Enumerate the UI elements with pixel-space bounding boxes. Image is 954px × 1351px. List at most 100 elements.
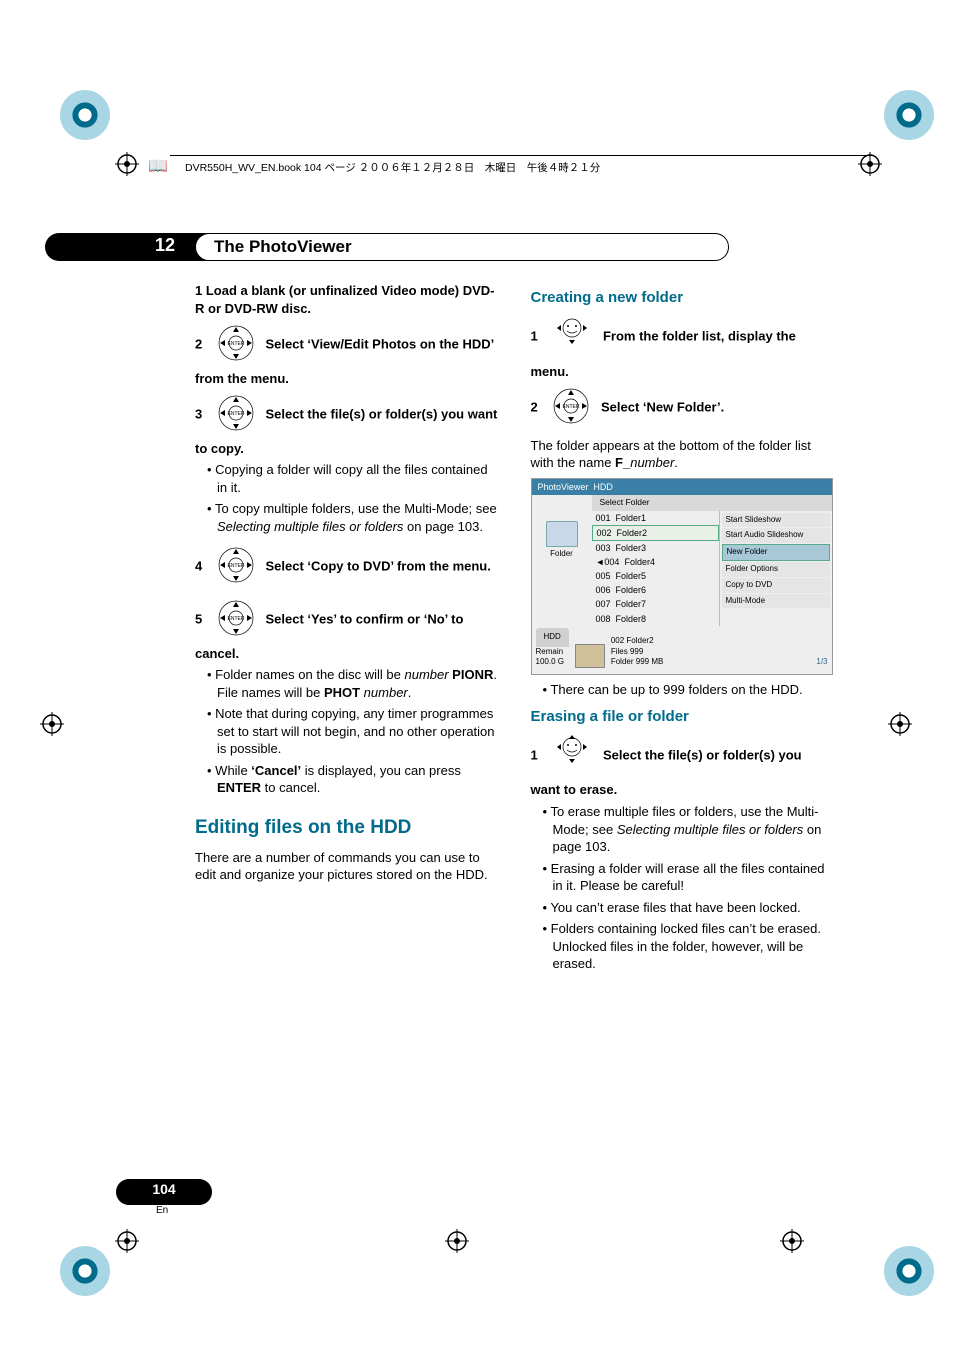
list-item: 005 Folder5: [592, 569, 719, 583]
dpad-enter-icon: ENTER: [216, 323, 256, 368]
menu-item-selected: New Folder: [722, 544, 830, 561]
pv-left: Folder: [532, 511, 592, 626]
pv-remain-label: Remain100.0 G: [536, 647, 569, 669]
text-italic: Selecting multiple files or folders: [617, 822, 803, 837]
list-item: 003 Folder3: [592, 541, 719, 555]
registration-disc-tl: [60, 90, 110, 140]
text-bold: ENTER: [217, 780, 261, 795]
right-column: Creating a new folder 1 From the folder …: [531, 282, 835, 981]
subhead-creating-folder: Creating a new folder: [531, 288, 835, 308]
photoviewer-panel: PhotoViewer HDD Select Folder Folder 001…: [531, 478, 833, 675]
text: Folder names on the disc will be: [215, 667, 404, 682]
menu-item: Copy to DVD: [722, 578, 830, 593]
bullet: Folder names on the disc will be number …: [195, 666, 499, 701]
text-bold: PIONR: [449, 667, 494, 682]
svg-text:ENTER: ENTER: [227, 341, 244, 347]
dpad-enter-icon: ENTER: [216, 545, 256, 590]
step-2: 2 ENTER Select ‘View/Edit Photos on the …: [195, 321, 499, 387]
page-lang: En: [156, 1205, 168, 1216]
pv-folder-label: Folder: [532, 549, 592, 560]
bullet: There can be up to 999 folders on the HD…: [531, 681, 835, 699]
pv-info: 002 Folder2 Files 999 Folder 999 MB: [611, 636, 663, 668]
pv-context-menu: Start Slideshow Start Audio Slideshow Ne…: [720, 511, 832, 626]
pv-info-line: Files 999: [611, 647, 663, 658]
step-5-num: 5: [195, 612, 202, 627]
menu-item: Start Audio Slideshow: [722, 528, 830, 543]
registration-disc-tr: [884, 90, 934, 140]
text-italic: Selecting multiple files or folders: [217, 519, 403, 534]
crop-mark-icon: [780, 1229, 804, 1253]
list-item: 008 Folder8: [592, 612, 719, 626]
pv-info-line: 002 Folder2: [611, 636, 663, 647]
bullet: Copying a folder will copy all the files…: [195, 461, 499, 496]
bullet: Note that during copying, any timer prog…: [195, 705, 499, 758]
paragraph: There are a number of commands you can u…: [195, 849, 499, 884]
bullet: To erase multiple files or folders, use …: [531, 803, 835, 856]
bullet: To copy multiple folders, use the Multi-…: [195, 500, 499, 535]
text: on page 103.: [403, 519, 483, 534]
step-4-num: 4: [195, 559, 202, 574]
step-2-num: 2: [195, 337, 202, 352]
list-item: 002 Folder2: [592, 525, 719, 541]
step-3-num: 3: [195, 407, 202, 422]
crop-mark-icon: [115, 152, 139, 176]
text-bold: PHOT: [324, 685, 360, 700]
svg-text:ENTER: ENTER: [563, 404, 580, 410]
svg-text:ENTER: ENTER: [227, 411, 244, 417]
menu-item: Folder Options: [722, 562, 830, 577]
menu-item: Start Slideshow: [722, 513, 830, 528]
step-e1-num: 1: [531, 748, 538, 763]
text-italic: number: [630, 455, 674, 470]
step-r2: 2 ENTER Select ‘New Folder’.: [531, 384, 835, 433]
pv-titlebar: PhotoViewer HDD: [532, 479, 832, 495]
text: .: [408, 685, 412, 700]
text-italic: number: [360, 685, 408, 700]
bullet: You can’t erase files that have been loc…: [531, 899, 835, 917]
dpad-enter-icon: ENTER: [216, 598, 256, 643]
smiley-nav-icon: [551, 314, 593, 361]
dpad-enter-icon: ENTER: [216, 393, 256, 438]
dpad-enter-icon: ENTER: [551, 386, 591, 431]
text-bold: F_: [615, 455, 630, 470]
book-mark-icon: 📖: [148, 156, 168, 176]
menu-item: Multi-Mode: [722, 594, 830, 609]
text: .: [674, 455, 678, 470]
step-5: 5 ENTER Select ‘Yes’ to confirm or ‘No’ …: [195, 596, 499, 662]
text: to cancel.: [261, 780, 320, 795]
left-column: 1 Load a blank (or unfinalized Video mod…: [195, 282, 499, 981]
pv-info-line: Folder 999 MB: [611, 657, 663, 668]
step-4: 4 ENTER Select ‘Copy to DVD’ from the me…: [195, 543, 499, 592]
text: While: [215, 763, 251, 778]
header-text: DVR550H_WV_EN.book 104 ページ ２００６年１２月２８日 木…: [185, 160, 600, 175]
step-3: 3 ENTER Select the file(s) or folder(s) …: [195, 391, 499, 457]
pv-folder-list: 001 Folder1 002 Folder2 003 Folder3 ◄004…: [592, 511, 720, 626]
step-4-text: Select ‘Copy to DVD’ from the menu.: [265, 559, 490, 574]
pv-page-indicator: 1/3: [816, 657, 827, 668]
subhead-erasing: Erasing a file or folder: [531, 707, 835, 727]
bullet: Erasing a folder will erase all the file…: [531, 860, 835, 895]
page-number: 104: [116, 1179, 212, 1205]
step-e1: 1 Select the file(s) or folder(s) you wa…: [531, 731, 835, 799]
pv-title: PhotoViewer: [538, 482, 589, 492]
section-editing-files: Editing files on the HDD: [195, 815, 499, 841]
crop-mark-icon: [445, 1229, 469, 1253]
pv-hdd-tab: HDD: [536, 628, 569, 647]
text: To copy multiple folders, use the Multi-…: [215, 501, 497, 516]
step-r1-num: 1: [531, 329, 538, 344]
chapter-number: 12: [155, 235, 175, 256]
folder-icon: [546, 521, 578, 547]
svg-text:ENTER: ENTER: [227, 616, 244, 622]
step-r2-text: Select ‘New Folder’.: [601, 400, 724, 415]
crop-mark-icon: [40, 712, 64, 736]
text: is displayed, you can press: [301, 763, 461, 778]
list-item: 006 Folder6: [592, 583, 719, 597]
text-bold: ‘Cancel’: [251, 763, 301, 778]
paragraph: The folder appears at the bottom of the …: [531, 437, 835, 472]
pv-device: HDD: [593, 482, 613, 492]
svg-text:ENTER: ENTER: [227, 563, 244, 569]
pv-thumbnail: [575, 644, 605, 668]
header-rule: [170, 155, 874, 156]
list-item: 001 Folder1: [592, 511, 719, 525]
list-item: 007 Folder7: [592, 597, 719, 611]
chapter-title: The PhotoViewer: [214, 237, 352, 257]
